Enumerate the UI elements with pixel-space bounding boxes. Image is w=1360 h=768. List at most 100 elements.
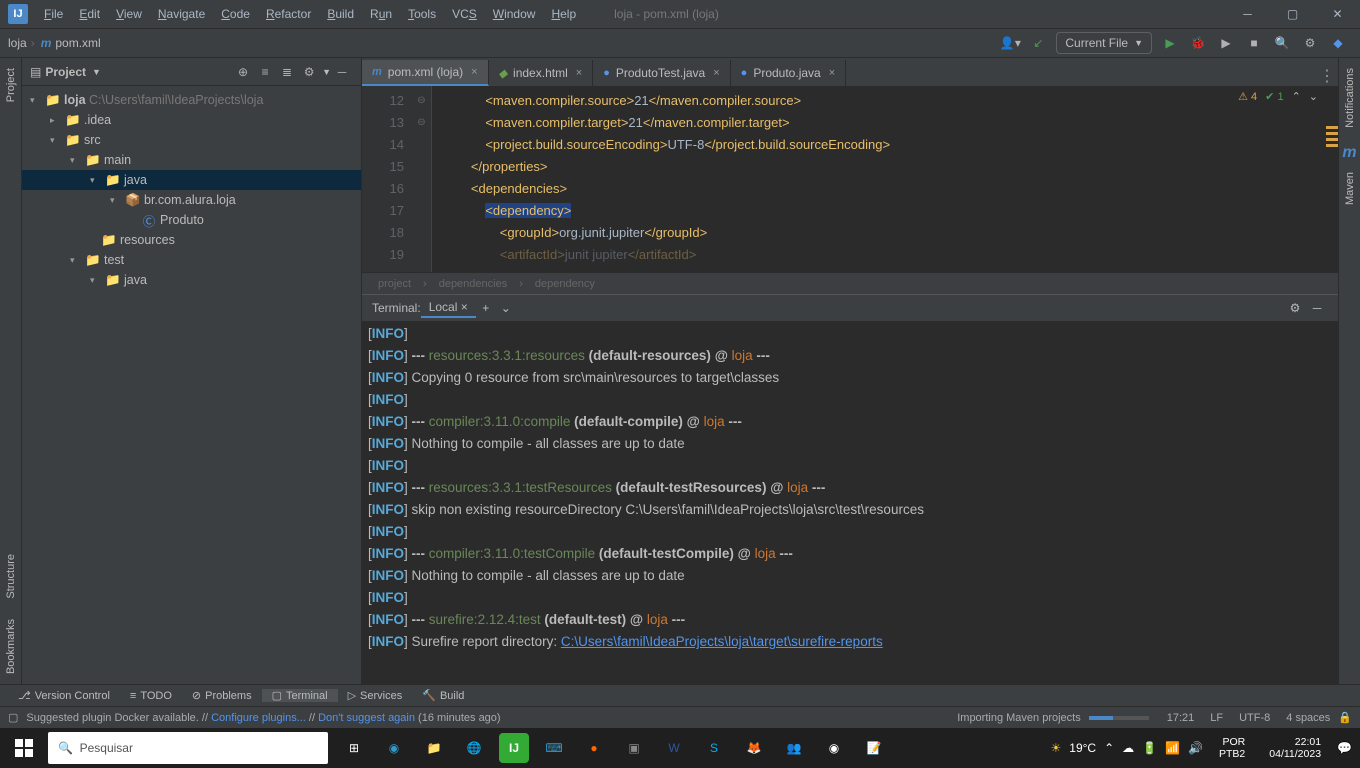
onedrive-icon[interactable]: ☁	[1122, 741, 1134, 755]
menu-vcs[interactable]: VCS	[444, 7, 485, 21]
volume-icon[interactable]: 🔊	[1188, 741, 1203, 755]
editor-tab[interactable]: ●Produto.java×	[731, 60, 846, 86]
firefox-icon[interactable]: 🦊	[734, 728, 774, 768]
coverage-button[interactable]: ▶	[1214, 31, 1238, 55]
start-button[interactable]	[0, 728, 48, 768]
chrome-icon[interactable]: 🌐	[454, 728, 494, 768]
tool-services[interactable]: ▷ Services	[338, 689, 413, 702]
menu-tools[interactable]: Tools	[400, 7, 444, 21]
caret-position[interactable]: 17:21	[1167, 712, 1195, 724]
teams-icon[interactable]: 👥	[774, 728, 814, 768]
status-bar: ▢ Suggested plugin Docker available. // …	[0, 706, 1360, 728]
maven-tool-button[interactable]: Maven	[1344, 162, 1356, 215]
menu-run[interactable]: Run	[362, 7, 400, 21]
tool-todo[interactable]: ≡ TODO	[120, 690, 182, 702]
skype-icon[interactable]: S	[694, 728, 734, 768]
breadcrumb-root[interactable]: loja	[8, 36, 27, 50]
tool-version-control[interactable]: ⎇ Version Control	[8, 689, 120, 702]
project-tool-button[interactable]: Project	[5, 58, 17, 112]
fold-gutter[interactable]: ⊖⊖	[412, 86, 432, 272]
terminal-dropdown-icon[interactable]: ⌄	[496, 301, 516, 315]
menu-view[interactable]: View	[108, 7, 150, 21]
panel-settings-icon[interactable]: ⚙	[298, 65, 320, 79]
terminal-tab-local[interactable]: Local ×	[421, 298, 476, 318]
vscode-icon[interactable]: ⌨	[534, 728, 574, 768]
menu-refactor[interactable]: Refactor	[258, 7, 319, 21]
user-icon[interactable]: 👤▾	[998, 31, 1022, 55]
new-terminal-icon[interactable]: +	[476, 301, 496, 315]
vcs-update-icon[interactable]: ↙	[1026, 31, 1050, 55]
intellij-icon[interactable]: IJ	[499, 733, 529, 763]
generic1-icon[interactable]: ◉	[814, 728, 854, 768]
lock-icon[interactable]: 🔒	[1338, 711, 1352, 724]
menu-code[interactable]: Code	[213, 7, 258, 21]
stop-button[interactable]: ■	[1242, 31, 1266, 55]
menu-help[interactable]: Help	[543, 7, 584, 21]
system-tray[interactable]: ☀19°C ⌃ ☁ 🔋 📶 🔊 PORPTB2 22:0104/11/2023 …	[1043, 736, 1360, 760]
battery-icon[interactable]: 🔋	[1142, 741, 1157, 755]
editor-tab[interactable]: ◆index.html×	[489, 60, 594, 86]
run-button[interactable]: ▶	[1158, 31, 1182, 55]
indent-status[interactable]: 4 spaces	[1286, 712, 1330, 724]
notepad-icon[interactable]: 📝	[854, 728, 894, 768]
left-tool-stripe: Project Structure Bookmarks	[0, 58, 22, 684]
ide-features-icon[interactable]: ◆	[1326, 31, 1350, 55]
expand-all-icon[interactable]: ≡	[254, 65, 276, 79]
postman-icon[interactable]: ●	[574, 728, 614, 768]
editor-tab[interactable]: ●ProdutoTest.java×	[593, 60, 730, 86]
editor-breadcrumbs[interactable]: project›dependencies›dependency	[362, 272, 1338, 294]
menu-edit[interactable]: Edit	[71, 7, 108, 21]
wifi-icon[interactable]: 📶	[1165, 741, 1180, 755]
tool-terminal[interactable]: ▢ Terminal	[262, 689, 338, 702]
terminal-output[interactable]: [INFO][INFO] --- resources:3.3.1:resourc…	[362, 321, 1338, 684]
bookmarks-tool-button[interactable]: Bookmarks	[5, 609, 17, 684]
taskbar-clock[interactable]: 22:0104/11/2023	[1261, 736, 1329, 760]
project-view-icon: ▤	[30, 65, 41, 79]
maven-tool-icon[interactable]: m	[1342, 144, 1356, 162]
terminal-panel: Terminal: Local × + ⌄ ⚙ ─ [INFO][INFO] -…	[362, 294, 1338, 684]
terminal-settings-icon[interactable]: ⚙	[1284, 301, 1306, 315]
tabs-more-icon[interactable]: ⋮	[1316, 66, 1338, 86]
run-config-selector[interactable]: Current File▼	[1056, 32, 1152, 54]
explorer-icon[interactable]: 📁	[414, 728, 454, 768]
title-bar: IJ File Edit View Navigate Code Refactor…	[0, 0, 1360, 28]
edge-icon[interactable]: ◉	[374, 728, 414, 768]
app-icon[interactable]: ▣	[614, 728, 654, 768]
settings-icon[interactable]: ⚙	[1298, 31, 1322, 55]
collapse-all-icon[interactable]: ≣	[276, 65, 298, 79]
project-tree[interactable]: ▾📁loja C:\Users\famil\IdeaProjects\loja …	[22, 86, 361, 684]
app-logo-icon: IJ	[8, 4, 28, 24]
status-hint-icon[interactable]: ▢	[8, 711, 18, 724]
taskbar-lang[interactable]: PORPTB2	[1211, 736, 1253, 760]
terminal-hide-icon[interactable]: ─	[1306, 301, 1328, 315]
word-icon[interactable]: W	[654, 728, 694, 768]
menu-window[interactable]: Window	[485, 7, 544, 21]
inspection-widget[interactable]: ⚠ 4 ✔ 1 ⌃⌄	[1238, 90, 1318, 103]
structure-tool-button[interactable]: Structure	[5, 544, 17, 609]
notifications-icon[interactable]: 💬	[1337, 741, 1352, 755]
debug-button[interactable]: 🐞	[1186, 31, 1210, 55]
editor-tab[interactable]: mpom.xml (loja)×	[362, 60, 489, 86]
minimize-button[interactable]: ─	[1225, 0, 1270, 28]
taskbar-search[interactable]: 🔍 Pesquisar	[48, 732, 328, 764]
file-encoding[interactable]: UTF-8	[1239, 712, 1270, 724]
configure-plugins-link[interactable]: Configure plugins...	[211, 712, 306, 724]
tool-build[interactable]: 🔨 Build	[412, 689, 474, 702]
hide-panel-icon[interactable]: ─	[331, 65, 353, 79]
select-opened-icon[interactable]: ⊕	[232, 65, 254, 79]
menu-build[interactable]: Build	[319, 7, 362, 21]
menu-navigate[interactable]: Navigate	[150, 7, 213, 21]
tray-chevron-icon[interactable]: ⌃	[1104, 741, 1114, 755]
maximize-button[interactable]: ▢	[1270, 0, 1315, 28]
dont-suggest-link[interactable]: Don't suggest again	[318, 712, 415, 724]
close-button[interactable]: ✕	[1315, 0, 1360, 28]
menu-file[interactable]: File	[36, 7, 71, 21]
task-view-icon[interactable]: ⊞	[334, 728, 374, 768]
line-separator[interactable]: LF	[1210, 712, 1223, 724]
project-panel-title[interactable]: Project	[45, 65, 86, 79]
breadcrumb-file[interactable]: pom.xml	[55, 36, 100, 50]
tool-problems[interactable]: ⊘ Problems	[182, 689, 262, 702]
code-editor[interactable]: 1213141516171819 ⊖⊖ <maven.compiler.sour…	[362, 86, 1338, 272]
search-icon[interactable]: 🔍	[1270, 31, 1294, 55]
notifications-tool-button[interactable]: Notifications	[1344, 58, 1356, 138]
